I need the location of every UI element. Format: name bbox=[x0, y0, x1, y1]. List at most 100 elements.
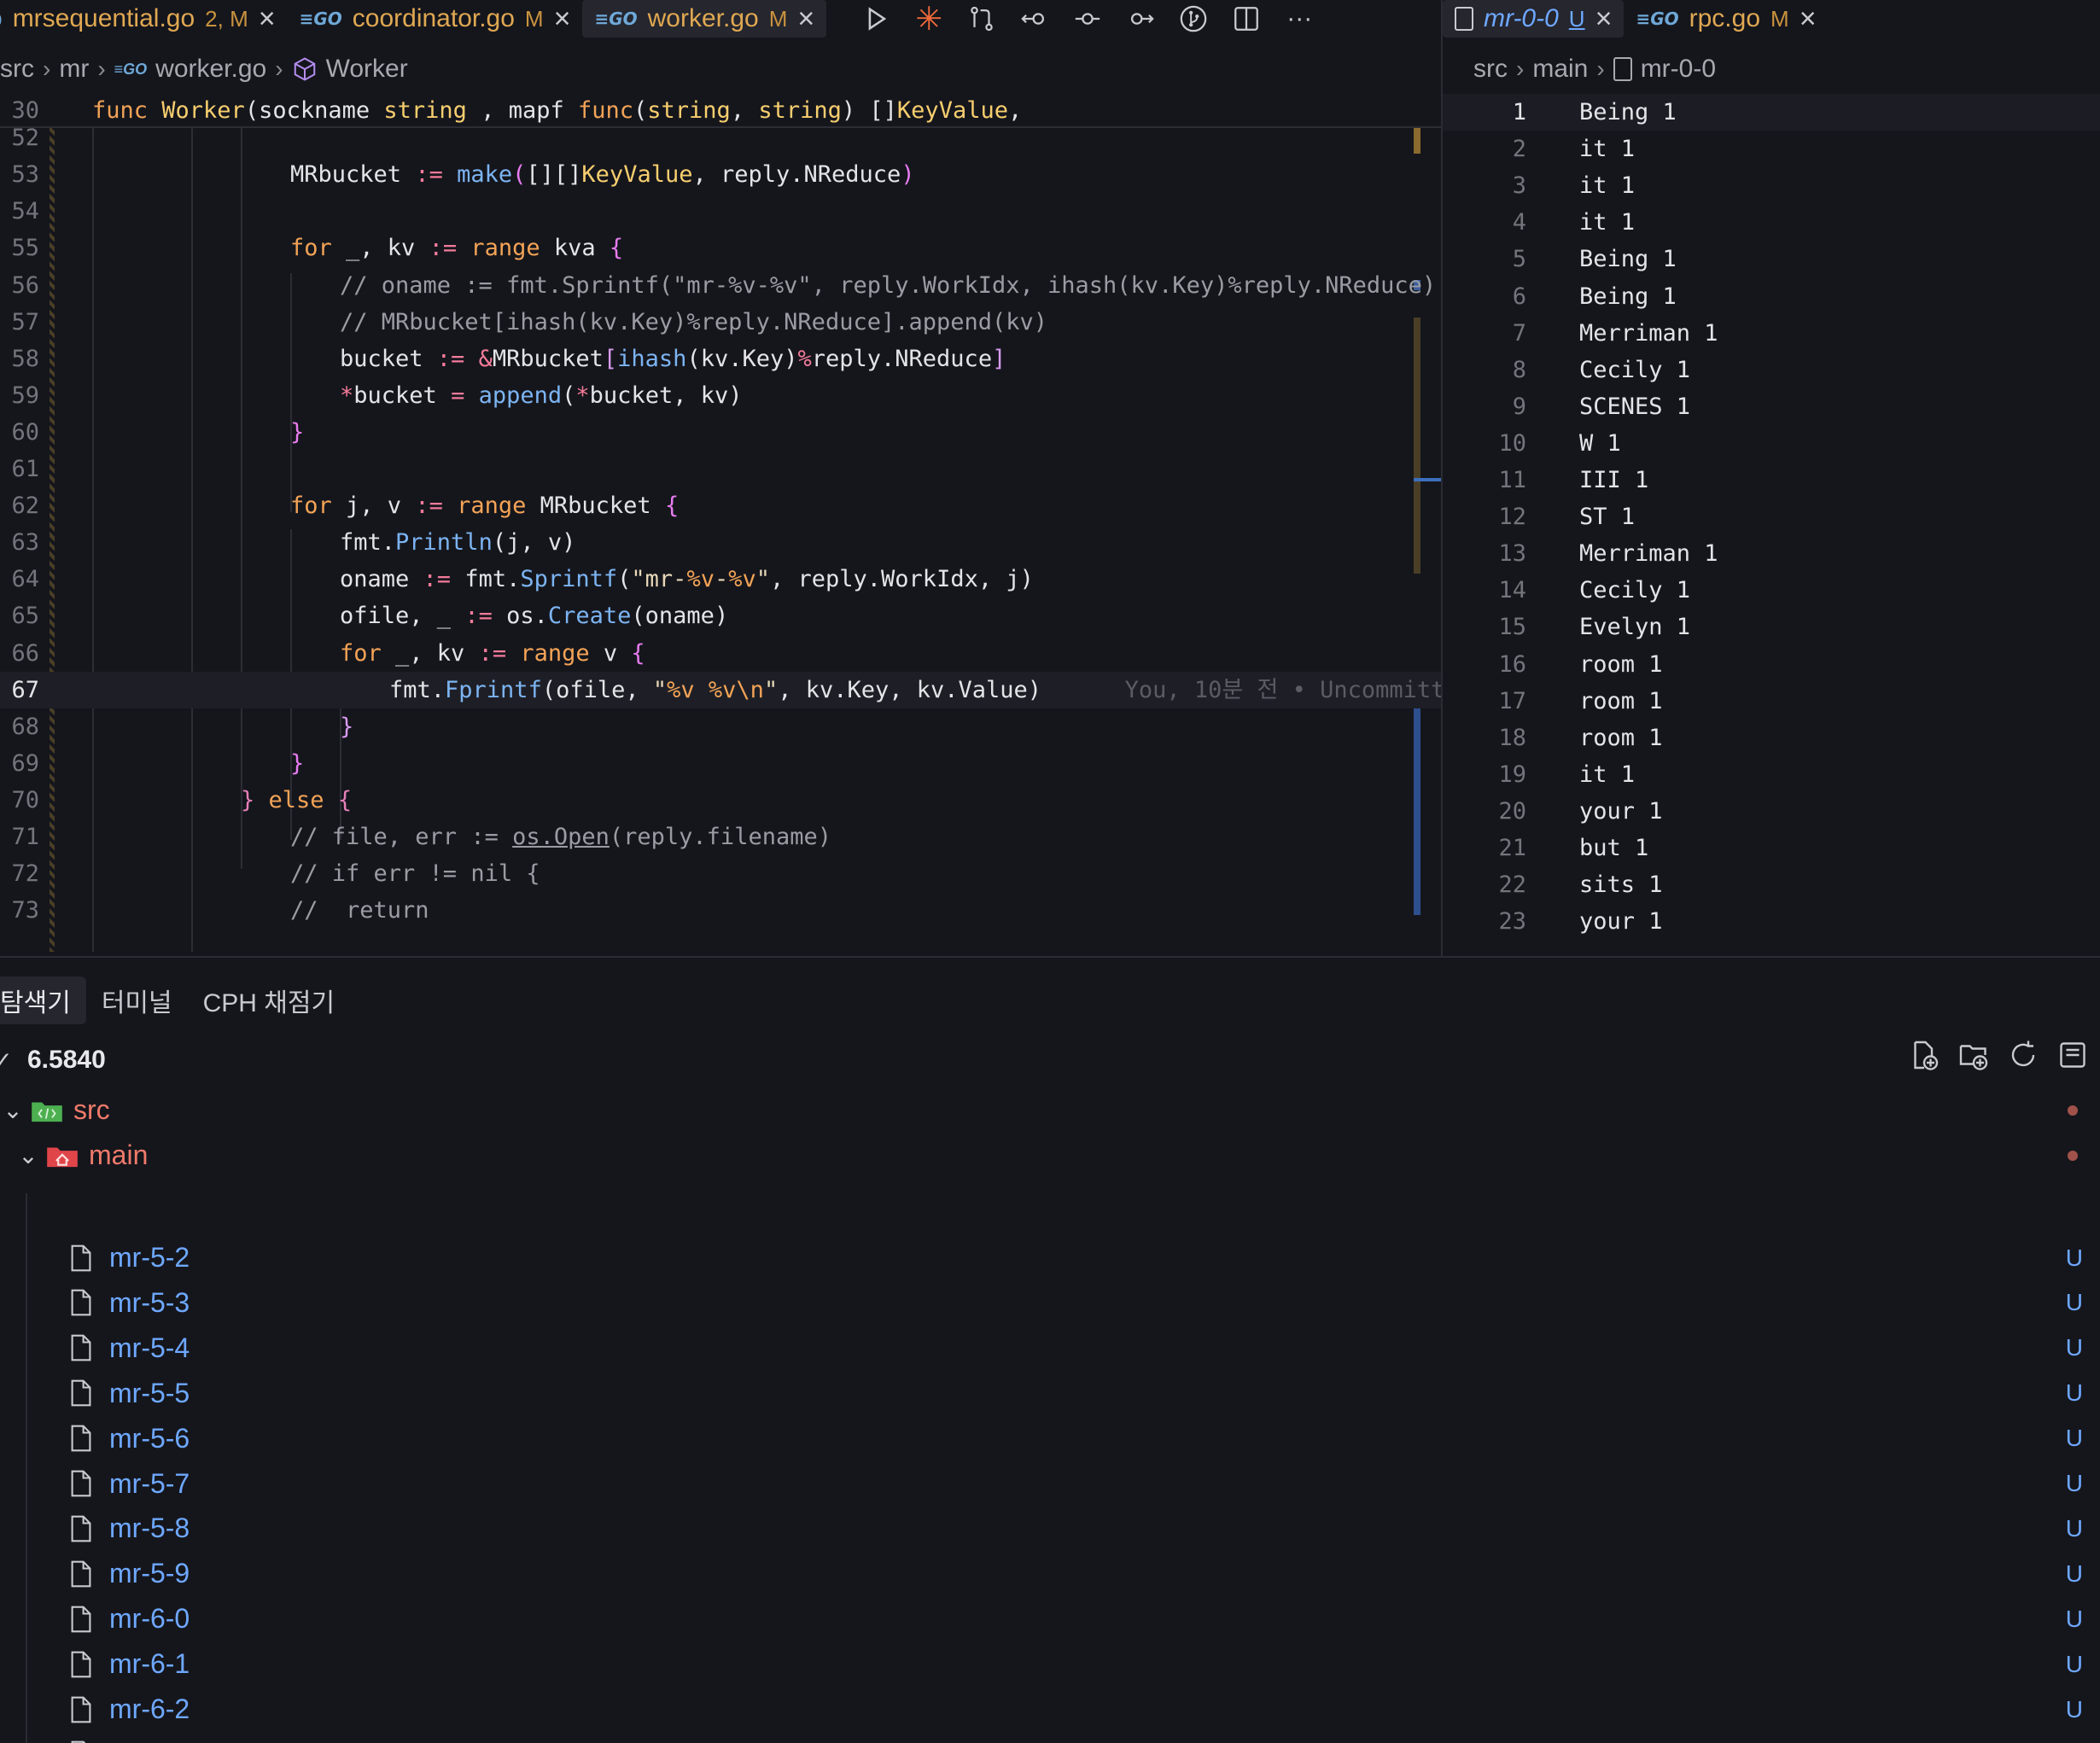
text-line[interactable]: 18 room 1 bbox=[1443, 720, 2100, 756]
text-line[interactable]: 5 Being 1 bbox=[1443, 241, 2100, 277]
more-actions-icon[interactable]: ··· bbox=[1284, 3, 1315, 34]
code-line[interactable]: 73 // return bbox=[0, 892, 1441, 929]
tab-coordinator[interactable]: ≡GO coordinator.go M × bbox=[288, 0, 583, 38]
tree-file-item[interactable]: mr-5-2 U bbox=[0, 1235, 2100, 1280]
tab-mrsequential[interactable]: o mrsequential.go 2, M × bbox=[0, 0, 288, 38]
text-line[interactable]: 7 Merriman 1 bbox=[1443, 315, 2100, 352]
close-icon[interactable]: × bbox=[1595, 4, 1613, 33]
code-line[interactable]: 59 *bucket = append(*bucket, kv) bbox=[0, 377, 1441, 414]
git-graph-icon[interactable] bbox=[1178, 3, 1209, 34]
next-change-icon[interactable] bbox=[1125, 3, 1156, 34]
breadcrumb-item[interactable]: mr bbox=[59, 55, 89, 84]
code-line[interactable]: 72 // if err != nil { bbox=[0, 855, 1441, 892]
text-line[interactable]: 16 room 1 bbox=[1443, 646, 2100, 683]
tab-explorer[interactable]: 탐색기 bbox=[0, 976, 86, 1024]
text-line[interactable]: 3 it 1 bbox=[1443, 167, 2100, 204]
tree-file-item[interactable]: mr-5-5 U bbox=[0, 1371, 2100, 1416]
tree-file-item[interactable]: mr-6-0 U bbox=[0, 1596, 2100, 1641]
code-line[interactable]: 66 for _, kv := range v { bbox=[0, 635, 1441, 672]
code-editor[interactable]: 30 func Worker(sockname string , mapf fun… bbox=[0, 94, 1441, 952]
text-line[interactable]: 1 Being 1 bbox=[1443, 94, 2100, 131]
code-line[interactable]: 64 oname := fmt.Sprintf("mr-%v-%v", reply… bbox=[0, 561, 1441, 598]
tree-file-item[interactable]: mr-6-2 U bbox=[0, 1687, 2100, 1732]
line-code: fmt.Fprintf(ofile, "%v %v\n", kv.Key, kv… bbox=[389, 672, 1441, 708]
tree-folder-src[interactable]: ⌄ src bbox=[0, 1087, 2100, 1133]
tab-mr-0-0[interactable]: mr-0-0 U × bbox=[1443, 0, 1625, 38]
close-icon[interactable]: × bbox=[797, 4, 814, 33]
breadcrumb-item[interactable]: src bbox=[0, 55, 34, 84]
text-line[interactable]: 15 Evelyn 1 bbox=[1443, 609, 2100, 645]
text-line[interactable]: 17 room 1 bbox=[1443, 683, 2100, 720]
code-line[interactable]: 54 bbox=[0, 193, 1441, 230]
line-code: for _, kv := range kva { bbox=[290, 230, 623, 266]
text-line[interactable]: 19 it 1 bbox=[1443, 756, 2100, 793]
breadcrumb-item[interactable]: src bbox=[1473, 55, 1508, 84]
text-line[interactable]: 4 it 1 bbox=[1443, 204, 2100, 241]
text-line[interactable]: 9 SCENES 1 bbox=[1443, 388, 2100, 425]
code-line[interactable]: 60} bbox=[0, 414, 1441, 451]
code-line[interactable]: 53 MRbucket := make([][]KeyValue, reply.N… bbox=[0, 156, 1441, 193]
tree-file-item[interactable]: mr-5-3 U bbox=[0, 1280, 2100, 1326]
code-line[interactable]: 58 bucket := &MRbucket[ihash(kv.Key)%repl… bbox=[0, 341, 1441, 377]
breadcrumb-item[interactable]: worker.go bbox=[155, 55, 266, 84]
code-line[interactable]: 55 for _, kv := range kva { bbox=[0, 230, 1441, 266]
breadcrumb-item[interactable]: mr-0-0 bbox=[1641, 55, 1716, 84]
text-editor[interactable]: 1 Being 1 2 it 1 3 it 1 4 it 1 5 Being 1 6 Being 1 7… bbox=[1443, 94, 2100, 952]
code-line[interactable]: 69} bbox=[0, 745, 1441, 782]
code-line[interactable]: 65 ofile, _ := os.Create(oname) bbox=[0, 598, 1441, 634]
collapse-all-icon[interactable] bbox=[2057, 1040, 2088, 1070]
text-line[interactable]: 6 Being 1 bbox=[1443, 278, 2100, 315]
tab-worker[interactable]: ≡GO worker.go M × bbox=[582, 0, 827, 38]
code-line[interactable]: 70} else { bbox=[0, 782, 1441, 819]
text-line[interactable]: 14 Cecily 1 bbox=[1443, 572, 2100, 609]
new-file-icon[interactable] bbox=[1909, 1040, 1940, 1070]
split-editor-icon[interactable] bbox=[1231, 3, 1262, 34]
spark-icon[interactable]: ✳ bbox=[913, 2, 944, 38]
tree-file-item[interactable]: mr-5-8 U bbox=[0, 1506, 2100, 1551]
explorer-root[interactable]: ✓ 6.5840 bbox=[0, 1041, 106, 1079]
new-folder-icon[interactable] bbox=[1958, 1040, 1989, 1070]
previous-change-icon[interactable] bbox=[1019, 3, 1050, 34]
tree-folder-main[interactable]: ⌄ main bbox=[0, 1133, 2100, 1178]
breadcrumb-item[interactable]: main bbox=[1532, 55, 1588, 84]
close-icon[interactable]: × bbox=[259, 4, 276, 33]
text-line[interactable]: 13 Merriman 1 bbox=[1443, 535, 2100, 572]
code-line[interactable]: 61 bbox=[0, 451, 1441, 487]
text-line[interactable]: 10 W 1 bbox=[1443, 425, 2100, 462]
breadcrumb-item[interactable]: Worker bbox=[326, 55, 408, 84]
run-icon[interactable] bbox=[860, 3, 891, 34]
code-line[interactable]: 62 for j, v := range MRbucket { bbox=[0, 487, 1441, 524]
code-token: Fprintf bbox=[445, 676, 542, 703]
text-line[interactable]: 22 sits 1 bbox=[1443, 866, 2100, 903]
tree-file-item[interactable]: mr-6-3U bbox=[0, 1732, 2100, 1743]
text-line[interactable]: 23 your 1 bbox=[1443, 903, 2100, 940]
line-number: 53 bbox=[11, 161, 39, 189]
tree-file-item[interactable]: mr-5-7 U bbox=[0, 1461, 2100, 1507]
text-line[interactable]: 21 but 1 bbox=[1443, 830, 2100, 866]
tab-rpc[interactable]: ≡GO rpc.go M × bbox=[1624, 0, 1828, 38]
tree-file-item[interactable]: mr-5-6 U bbox=[0, 1416, 2100, 1461]
tree-file-item[interactable]: mr-5-4 U bbox=[0, 1326, 2100, 1371]
text-line[interactable]: 12 ST 1 bbox=[1443, 498, 2100, 535]
close-icon[interactable]: × bbox=[554, 4, 571, 33]
code-token: ihash bbox=[617, 345, 687, 372]
compare-changes-icon[interactable] bbox=[966, 3, 997, 34]
code-line[interactable]: 68} bbox=[0, 708, 1441, 745]
close-icon[interactable]: × bbox=[1800, 4, 1817, 33]
text-line[interactable]: 8 Cecily 1 bbox=[1443, 352, 2100, 388]
tab-cph-judge[interactable]: CPH 채점기 bbox=[188, 976, 350, 1024]
code-line[interactable]: 67 fmt.Fprintf(ofile, "%v %v\n", kv.Key, … bbox=[0, 671, 1441, 708]
code-line[interactable]: 56 // oname := fmt.Sprintf("mr-%v-%v", re… bbox=[0, 267, 1441, 304]
text-line[interactable]: 11 III 1 bbox=[1443, 462, 2100, 498]
code-line[interactable]: 57 // MRbucket[ihash(kv.Key)%reply.NReduc… bbox=[0, 304, 1441, 341]
tab-terminal[interactable]: 터미널 bbox=[86, 976, 188, 1024]
refresh-icon[interactable] bbox=[2008, 1040, 2039, 1070]
text-line[interactable]: 2 it 1 bbox=[1443, 131, 2100, 167]
text-line[interactable]: 20 your 1 bbox=[1443, 793, 2100, 830]
tree-file-item[interactable]: mr-5-9 U bbox=[0, 1551, 2100, 1596]
tree-file-item[interactable]: mr-6-1 U bbox=[0, 1641, 2100, 1687]
sticky-scroll-line[interactable]: 30 func Worker(sockname string , mapf fun… bbox=[0, 94, 1441, 128]
code-line[interactable]: 63 fmt.Println(j, v) bbox=[0, 524, 1441, 561]
commit-icon[interactable] bbox=[1072, 3, 1103, 34]
code-line[interactable]: 71 // file, err := os.Open(reply.filename… bbox=[0, 819, 1441, 855]
